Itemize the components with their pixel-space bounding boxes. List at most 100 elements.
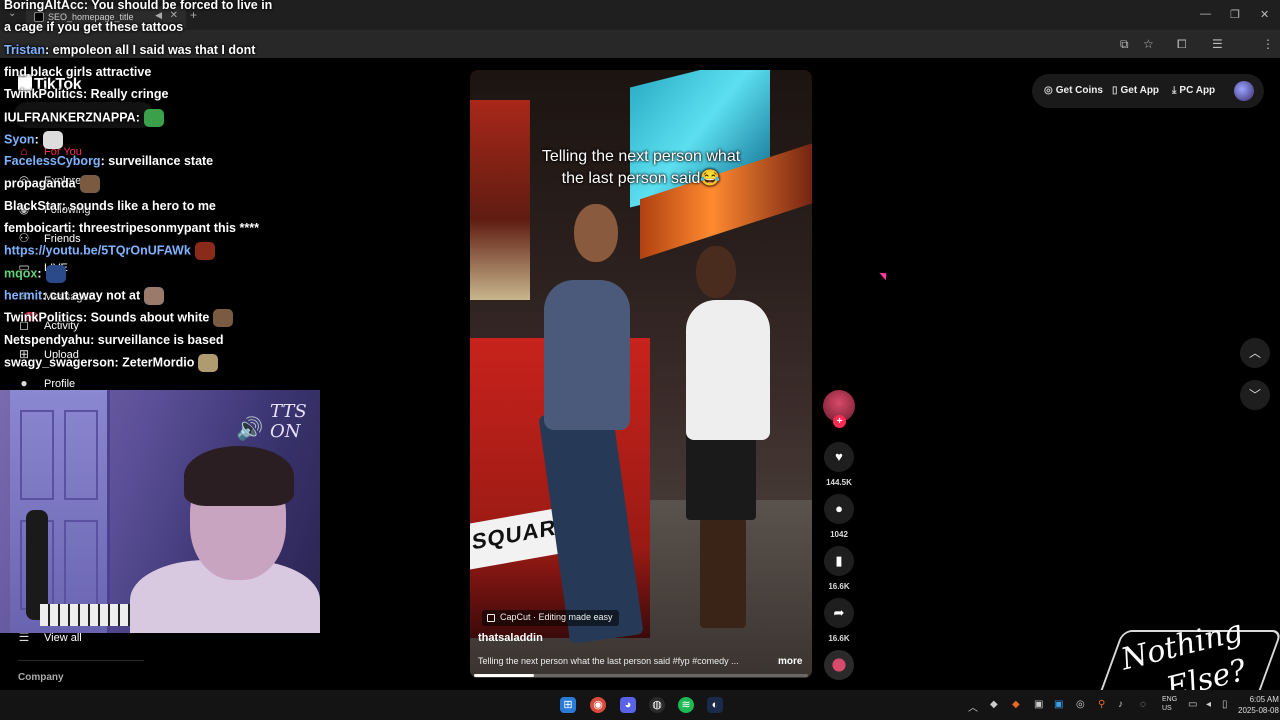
video-player[interactable]: SQUAR Telling the next person what the l… <box>470 70 812 678</box>
pc-app-button[interactable]: ⤓ PC App <box>1172 85 1215 96</box>
next-video-button[interactable]: ﹀ <box>1240 380 1270 410</box>
speaker-icon: 🔊 <box>236 416 264 441</box>
chat-message: TwinkPolitics: Sounds about white <box>4 309 234 328</box>
person-right-shorts <box>686 430 756 520</box>
tray-icon[interactable]: ▣ <box>1054 699 1063 710</box>
network-icon[interactable]: ▭ <box>1188 699 1197 710</box>
save-button[interactable]: ▮ <box>824 546 854 576</box>
person-left <box>544 280 630 430</box>
chat-message: hermit: cut away not at <box>4 286 165 305</box>
brave-icon[interactable]: ◆ <box>1012 699 1020 710</box>
steam-icon[interactable]: ◐ <box>707 697 723 713</box>
lang-line-1: ENG <box>1162 696 1178 703</box>
chat-username: BoringAltAcc <box>4 0 84 12</box>
chat-username: IULFRANKERZNAPPA <box>4 109 136 124</box>
user-avatar[interactable] <box>1234 81 1254 101</box>
microphone-icon[interactable]: ♪ <box>1118 699 1123 710</box>
sidebar-divider <box>18 660 144 661</box>
chat-username: femboicarti <box>4 221 72 235</box>
tray-icon[interactable]: ⚲ <box>1098 699 1105 710</box>
tray-icon[interactable]: ▣ <box>1034 699 1043 710</box>
more-button[interactable]: more <box>778 656 802 667</box>
video-description: Telling the next person what the last pe… <box>478 656 739 666</box>
door <box>10 390 110 633</box>
chat-emote-icon <box>143 108 164 127</box>
chat-username: TwinkPolitics <box>4 310 83 325</box>
chat-message: propaganda <box>4 175 100 194</box>
bookmark-star-icon[interactable]: ☆ <box>1143 37 1154 51</box>
chat-text: : sounds like a hero to me <box>61 198 216 213</box>
like-count: 144.5K <box>826 478 852 487</box>
install-app-icon[interactable]: ⧉ <box>1120 37 1129 52</box>
chat-emote-icon <box>198 353 219 372</box>
maximize-button[interactable]: ❐ <box>1230 8 1240 21</box>
chat-text: : threestripesonmypant this **** <box>71 221 259 235</box>
tray-icon[interactable]: ◆ <box>990 699 998 710</box>
chat-message: FacelessCyborg: surveillance state <box>4 153 213 169</box>
chat-text: : cut away not at <box>42 288 141 303</box>
chat-username: Syon <box>4 132 35 147</box>
bookmark-icon: ▮ <box>835 553 843 568</box>
browser-menu-icon[interactable]: ⋮ <box>1262 37 1274 51</box>
tts-on-label: TTS ON <box>270 402 307 442</box>
chat-message: a cage if you get these tattoos <box>4 19 183 35</box>
chat-message: BoringAltAcc: You should be forced to li… <box>4 0 272 13</box>
top-actions: ◎ Get Coins ▯ Get App ⤓ PC App <box>1032 74 1264 108</box>
video-progress-fill <box>474 674 535 677</box>
overlay-line-1: Telling the next person what <box>541 148 741 165</box>
chat-text: : <box>135 109 140 124</box>
volume-icon[interactable]: ◂ <box>1206 699 1211 710</box>
capcut-tag[interactable]: CapCut · Editing made easy <box>482 610 619 626</box>
chat-emote-icon <box>45 264 66 283</box>
chat-username: mqox <box>4 265 38 280</box>
chat-text: : surveillance state <box>100 154 214 169</box>
chat-message: https://youtu.be/5TQrOnUFAWk <box>4 242 215 261</box>
music-disc-icon[interactable] <box>824 650 854 680</box>
follow-button[interactable]: + <box>833 415 846 428</box>
save-count: 16.6K <box>828 582 850 591</box>
chat-emote-icon <box>194 242 215 261</box>
tray-overflow-icon[interactable]: ︿ <box>968 699 978 714</box>
video-author[interactable]: thatsaladdin <box>478 632 543 644</box>
share-button[interactable]: ➦ <box>824 598 854 628</box>
phone-icon: ▯ <box>1112 85 1118 96</box>
chat-username: TwinkPolitics <box>4 87 83 102</box>
get-coins-button[interactable]: ◎ Get Coins <box>1044 85 1103 96</box>
comment-icon: ● <box>835 501 843 516</box>
tray-icon[interactable]: ◎ <box>1076 699 1085 710</box>
battery-icon[interactable]: ▯ <box>1222 699 1228 710</box>
chrome-icon[interactable]: ◉ <box>590 697 606 713</box>
chat-text: propaganda <box>4 176 76 191</box>
close-window-button[interactable]: ✕ <box>1260 8 1269 21</box>
capcut-icon <box>487 614 495 622</box>
company-link[interactable]: Company <box>18 672 64 683</box>
share-icon: ➦ <box>833 605 845 620</box>
start-icon[interactable]: ⊞ <box>560 697 576 713</box>
taskbar-clock[interactable]: 6:05 AM 2025-08-08 <box>1238 694 1279 716</box>
video-progress-bar[interactable] <box>474 674 808 677</box>
like-button[interactable]: ♥ <box>824 442 854 472</box>
person-right-legs <box>700 518 746 628</box>
lang-line-2: US <box>1162 705 1172 712</box>
discord-icon[interactable]: ◕ <box>620 697 636 713</box>
door-panel <box>64 520 98 610</box>
spotify-icon[interactable]: ≋ <box>678 697 694 713</box>
language-indicator[interactable]: ENG US <box>1162 695 1177 713</box>
capcut-label: CapCut · Editing made easy <box>500 612 613 622</box>
minimize-button[interactable]: — <box>1200 8 1211 20</box>
comment-button[interactable]: ● <box>824 494 854 524</box>
streamer-webcam: 🔊 TTS ON <box>0 390 320 633</box>
tray-icon[interactable]: ◌ <box>1140 699 1146 710</box>
coin-icon: ◎ <box>1044 85 1053 96</box>
chat-username: hermit <box>4 288 43 303</box>
chat-message: find black girls attractive <box>4 64 151 80</box>
chat-emote-icon <box>42 130 63 149</box>
chat-emote-icon <box>79 175 100 194</box>
chat-message: mqox: <box>4 264 66 283</box>
extensions-icon[interactable]: ⧠ <box>1177 37 1187 52</box>
media-control-icon[interactable]: ☰ <box>1212 37 1223 51</box>
previous-video-button[interactable]: ︿ <box>1240 338 1270 368</box>
obs-icon[interactable]: ◍ <box>649 697 665 713</box>
view-all-label: View all <box>44 632 82 644</box>
get-app-button[interactable]: ▯ Get App <box>1112 85 1159 96</box>
